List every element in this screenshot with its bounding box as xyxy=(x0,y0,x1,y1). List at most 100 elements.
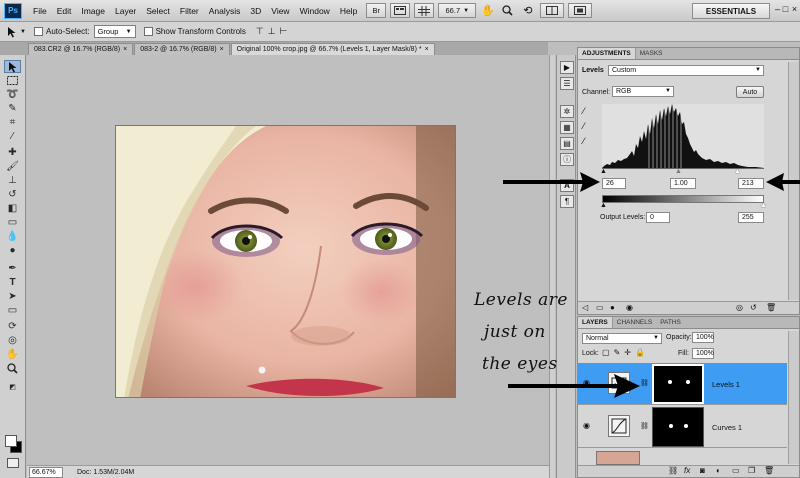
history-panel-icon[interactable]: ▶ xyxy=(560,61,574,74)
fill-field[interactable]: 100% xyxy=(692,348,714,359)
menu-view[interactable]: View xyxy=(266,0,294,22)
rotate-view-icon[interactable]: ⟲ xyxy=(519,3,536,18)
levels-adjustment-thumbnail[interactable] xyxy=(608,372,630,394)
eraser-tool-icon[interactable]: ◧ xyxy=(4,202,21,215)
blend-mode-dropdown[interactable]: Normal ▼ xyxy=(582,333,662,344)
new-group-icon[interactable]: ▭ xyxy=(732,466,740,475)
curves-adjustment-thumbnail[interactable] xyxy=(608,415,630,437)
arrange-documents-button[interactable] xyxy=(540,3,565,18)
zoom-tool-icon[interactable] xyxy=(4,362,21,375)
gamma-input-slider-handle[interactable]: ▲ xyxy=(675,168,682,175)
pen-tool-icon[interactable]: ✒ xyxy=(4,262,21,275)
reset-icon[interactable]: ↺ xyxy=(750,303,757,312)
blur-tool-icon[interactable]: 💧 xyxy=(4,230,21,243)
dodge-tool-icon[interactable]: ● xyxy=(4,244,21,257)
layer-mask-thumbnail[interactable] xyxy=(652,407,704,447)
menu-3d[interactable]: 3D xyxy=(245,0,266,22)
tab-close-icon[interactable]: × xyxy=(220,44,224,55)
swatches-panel-icon[interactable]: ▦ xyxy=(560,121,574,134)
tab-paths[interactable]: PATHS xyxy=(656,317,685,328)
tab-adjustments[interactable]: ADJUSTMENTS xyxy=(578,48,636,59)
document-photo[interactable] xyxy=(115,125,456,398)
menu-image[interactable]: Image xyxy=(76,0,110,22)
screen-mode-button[interactable] xyxy=(568,3,593,18)
adjustments-scrollbar[interactable] xyxy=(788,62,799,300)
canvas-scrollbar[interactable] xyxy=(549,55,555,478)
expanded-view-icon[interactable]: ▭ xyxy=(596,303,604,312)
document-tab[interactable]: 083-2 @ 16.7% (RGB/8) × xyxy=(134,43,230,55)
actions-panel-icon[interactable]: ☰ xyxy=(560,77,574,90)
foreground-color-swatch[interactable] xyxy=(5,435,17,447)
levels-preset-dropdown[interactable]: Custom ▼ xyxy=(608,65,764,76)
output-white-field[interactable]: 255 xyxy=(738,212,764,223)
visibility-eye-icon[interactable]: ◉ xyxy=(583,378,592,387)
layer-row-curves[interactable]: ◉ ⛓ Curves 1 xyxy=(578,406,787,448)
quick-select-tool-icon[interactable]: ✎ xyxy=(4,102,21,115)
opacity-field[interactable]: 100% xyxy=(692,332,714,343)
zoom-percentage[interactable]: 66.67% xyxy=(29,466,63,478)
lock-position-icon[interactable]: ✛ xyxy=(624,348,631,357)
menu-layer[interactable]: Layer xyxy=(110,0,141,22)
info-panel-icon[interactable]: ⓘ xyxy=(560,153,574,166)
input-white-field[interactable]: 213 xyxy=(738,178,764,189)
previous-state-icon[interactable]: ◎ xyxy=(736,303,743,312)
document-tab[interactable]: 083.CR2 @ 16.7% (RGB/8) × xyxy=(28,43,134,55)
visibility-eye-icon[interactable]: ◉ xyxy=(583,421,592,430)
lock-pixels-icon[interactable]: ✎ xyxy=(614,348,621,357)
tab-masks[interactable]: MASKS xyxy=(636,48,667,59)
gray-point-eyedropper-icon[interactable]: ⁄ xyxy=(583,121,585,136)
output-black-field[interactable]: 0 xyxy=(646,212,670,223)
auto-select-checkbox[interactable] xyxy=(34,27,43,36)
white-input-slider-handle[interactable]: ▲ xyxy=(734,168,741,175)
eyedropper-tool-icon[interactable]: ⁄ xyxy=(4,130,21,143)
layer-row-levels[interactable]: ◉ ⛓ Levels 1 xyxy=(578,363,787,405)
align-left-icon[interactable]: ⊢ xyxy=(280,26,288,37)
quick-mask-icon[interactable] xyxy=(7,458,19,468)
black-input-slider-handle[interactable]: ▲ xyxy=(600,168,607,175)
document-tab-active[interactable]: Original 100% crop.jpg @ 66.7% (Levels 1… xyxy=(230,43,435,55)
mask-link-icon[interactable]: ⛓ xyxy=(640,422,649,430)
trash-icon[interactable]: 🗑 xyxy=(766,303,776,312)
background-layer-thumbnail[interactable] xyxy=(596,451,640,465)
auto-button[interactable]: Auto xyxy=(736,86,764,98)
3d-orbit-tool-icon[interactable]: ◎ xyxy=(4,334,21,347)
tab-channels[interactable]: CHANNELS xyxy=(613,317,656,328)
zoom-level-select[interactable]: 66.7 ▼ xyxy=(438,3,477,18)
menu-select[interactable]: Select xyxy=(141,0,175,22)
history-brush-tool-icon[interactable]: ↺ xyxy=(4,188,21,201)
bridge-button[interactable]: Br xyxy=(366,3,387,18)
clip-to-layer-icon[interactable]: ● xyxy=(610,303,615,312)
new-adjustment-layer-icon[interactable]: ◐ xyxy=(716,466,721,475)
move-tool-preset-icon[interactable]: ▼ xyxy=(6,24,28,40)
maximize-icon[interactable]: □ xyxy=(781,4,790,14)
link-layers-icon[interactable]: ⛓ xyxy=(668,466,678,475)
menu-help[interactable]: Help xyxy=(335,0,362,22)
tab-close-icon[interactable]: × xyxy=(425,44,429,55)
white-point-eyedropper-icon[interactable]: ⁄ xyxy=(583,136,585,151)
menu-edit[interactable]: Edit xyxy=(52,0,77,22)
crop-tool-icon[interactable]: ⌗ xyxy=(4,116,21,129)
black-output-slider-handle[interactable]: ▲ xyxy=(600,202,607,209)
black-point-eyedropper-icon[interactable]: ⁄ xyxy=(583,106,585,121)
tab-close-icon[interactable]: × xyxy=(123,44,127,55)
marquee-tool-icon[interactable] xyxy=(4,74,21,87)
align-top-icon[interactable]: ⊤ xyxy=(256,26,264,37)
zoom-tool-icon[interactable] xyxy=(499,3,516,18)
path-select-tool-icon[interactable]: ➤ xyxy=(4,290,21,303)
lasso-tool-icon[interactable]: ➰ xyxy=(4,88,21,101)
clone-stamp-tool-icon[interactable]: ⊥ xyxy=(4,174,21,187)
channel-dropdown[interactable]: RGB ▼ xyxy=(612,86,674,97)
layer-mask-thumbnail[interactable] xyxy=(652,364,704,404)
add-mask-icon[interactable]: ◙ xyxy=(700,466,705,475)
workspace-switcher[interactable]: ESSENTIALS xyxy=(692,3,770,19)
input-black-field[interactable]: 26 xyxy=(602,178,626,189)
close-icon[interactable]: × xyxy=(790,4,799,14)
visibility-eye-icon[interactable]: ◉ xyxy=(626,303,633,312)
return-to-list-icon[interactable]: ◁ xyxy=(582,303,588,312)
menu-file[interactable]: File xyxy=(28,0,52,22)
type-tool-icon[interactable]: T xyxy=(4,276,21,289)
3d-rotate-tool-icon[interactable]: ⟳ xyxy=(4,320,21,333)
minibridge-button[interactable] xyxy=(390,3,411,18)
move-tool-icon[interactable] xyxy=(4,60,21,73)
mask-link-icon[interactable]: ⛓ xyxy=(640,379,649,387)
